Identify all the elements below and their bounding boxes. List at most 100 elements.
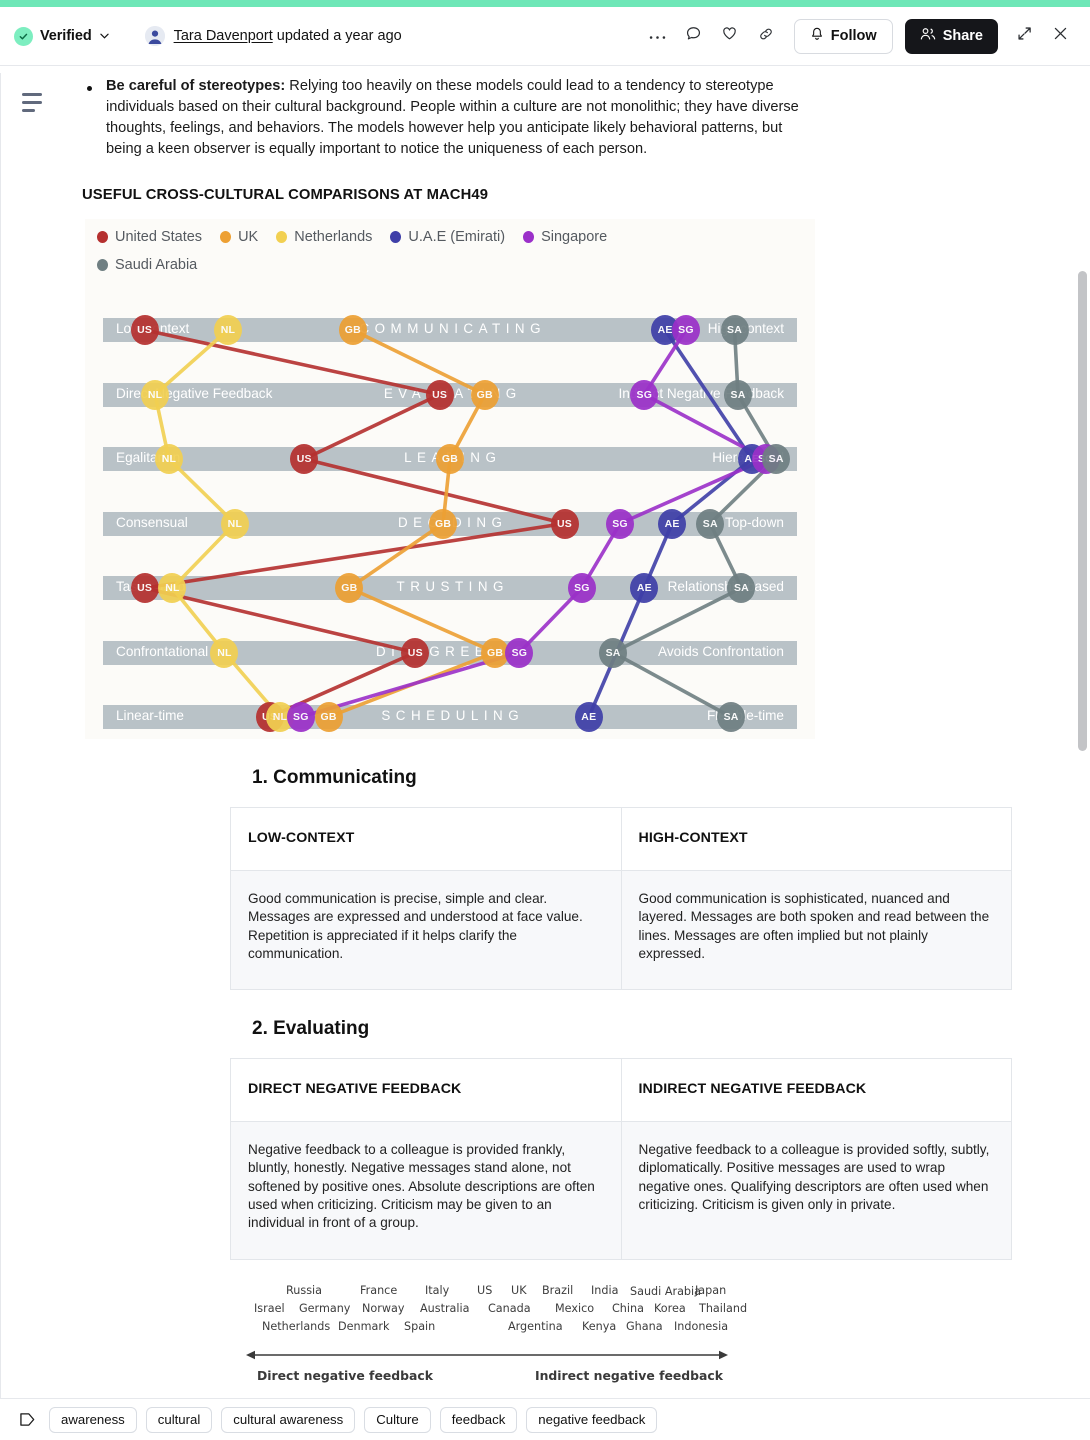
scale-country-label: Denmark [338,1319,390,1333]
table-of-contents-icon[interactable] [22,90,48,112]
scale-country-label: Spain [404,1319,436,1333]
scale-country-label: Japan [695,1283,727,1297]
scale-country-label: Saudi Arabia [630,1284,701,1298]
legend-label: Netherlands [294,229,373,245]
follow-button-label: Follow [830,28,877,44]
legend-label: Saudi Arabia [115,257,198,273]
more-options-button[interactable] [642,20,674,52]
link-icon [758,26,774,47]
share-button[interactable]: Share [904,18,998,54]
chart-line-sg [517,586,584,655]
chart-line-us [142,521,567,590]
expand-button[interactable] [1008,20,1040,52]
chart-legend: United States UK Netherlands U.A.E (Emirati… [97,229,805,273]
legend-label: Singapore [541,229,608,245]
chart-line-sg [298,650,522,719]
heart-icon [721,25,738,47]
chart-line-ae [642,521,674,590]
author-name-link[interactable]: Tara Davenport updated a year ago [174,27,402,45]
table-row: Good communication is precise, simple an… [230,869,1012,991]
legend-item: Singapore [523,229,607,245]
tag-chip[interactable]: cultural [145,1406,213,1433]
document-content: Be careful of stereotypes: Relying too h… [70,66,1070,1398]
table-cell: Negative feedback to a colleague is prov… [620,1121,1012,1260]
close-icon [1053,26,1068,46]
scale-country-label: Netherlands [262,1319,331,1333]
scale-country-label: Argentina [508,1319,563,1333]
table-row: Negative feedback to a colleague is prov… [230,1121,1012,1260]
scale-country-label: Italy [425,1283,450,1297]
chart-line-nl [170,586,227,655]
legend-item: UK [220,229,258,245]
chart-line-sa [732,328,740,397]
table-column-header: LOW-CONTEXT [230,807,622,871]
chart-line-nl [153,392,171,461]
share-button-label: Share [942,28,983,44]
document-scroll-area[interactable]: Be careful of stereotypes: Relying too h… [0,66,1090,1398]
left-rail [0,66,70,1398]
chart-line-sg [642,328,688,397]
cross-cultural-comparison-chart: United States UK Netherlands U.A.E (Emirati… [85,219,815,739]
chart-line-sa [611,650,733,719]
legend-swatch [97,259,108,271]
table-row: LOW-CONTEXT HIGH-CONTEXT [230,807,1012,871]
scale-country-label: Israel [254,1301,285,1315]
chart-line-gb [351,328,487,397]
chart-line-nl [222,650,282,719]
scale-country-label: Thailand [699,1301,748,1315]
header-actions: Follow Share [642,18,1076,54]
bell-icon [810,27,824,46]
comment-icon [685,25,702,47]
left-edge-divider [0,73,1,1398]
scale-country-labels: Russia France Italy US UK Brazil India Saudi Ar… [240,1284,760,1340]
chart-line-gb [448,392,487,461]
scale-country-label: Russia [286,1283,322,1297]
comparison-table-wrap: DIRECT NEGATIVE FEEDBACK INDIRECT NEGATIV… [230,1058,1048,1260]
verified-status-dropdown[interactable]: Verified [14,26,109,46]
negative-feedback-scale-figure: Russia France Italy US UK Brazil India Saudi Ar… [240,1284,760,1398]
tag-icon [14,1412,40,1427]
top-accent-bar [0,0,1090,7]
tag-chip[interactable]: negative feedback [526,1406,658,1433]
chart-line-us [302,457,567,526]
comment-button[interactable] [678,20,710,52]
vertical-scrollbar[interactable] [1078,66,1087,1398]
bullet-lead: Be careful of stereotypes: [106,78,286,94]
legend-swatch [390,231,402,243]
close-button[interactable] [1044,20,1076,52]
tag-chip[interactable]: feedback [439,1406,518,1433]
scale-country-label: Indonesia [674,1319,729,1333]
legend-label: U.A.E (Emirati) [408,229,506,245]
expand-icon [1017,26,1032,46]
chart-line-sg [580,521,622,590]
like-button[interactable] [714,20,746,52]
legend-item: U.A.E (Emirati) [390,229,505,245]
header-left-group: Verified Tara Davenport updated a year a… [14,26,402,46]
chart-line-us [302,392,442,461]
legend-swatch [523,231,535,243]
legend-item: Saudi Arabia [97,257,197,273]
chart-line-sg [642,392,768,461]
table-column-header: DIRECT NEGATIVE FEEDBACK [230,1058,622,1123]
table-cell: Good communication is sophisticated, nua… [620,869,1012,991]
bullet-dot-icon [87,86,92,91]
comparison-sections: 1. Communicating LOW-CONTEXT HIGH-CONTEXT G… [70,767,1048,1260]
scale-country-label: US [477,1283,493,1297]
follow-button[interactable]: Follow [793,18,893,54]
tag-chip[interactable]: awareness [49,1406,137,1433]
tag-chip[interactable]: Culture [364,1406,431,1433]
scale-country-label: Mexico [555,1301,595,1315]
comparison-table: LOW-CONTEXT HIGH-CONTEXT Good communicatio… [230,807,1012,991]
section-heading: 2. Evaluating [252,1018,370,1040]
scale-country-label: Australia [420,1301,470,1315]
chevron-down-icon [99,30,109,42]
scale-country-label: India [591,1283,619,1297]
legend-swatch [220,231,232,243]
scale-country-label: Kenya [582,1319,617,1333]
tag-bar: awareness cultural cultural awareness Cultu… [0,1398,1090,1440]
scrollbar-thumb[interactable] [1078,271,1087,751]
copy-link-button[interactable] [750,20,782,52]
tag-chip[interactable]: cultural awareness [221,1406,356,1433]
scale-country-label: Korea [654,1301,686,1315]
ellipsis-icon [649,27,666,45]
